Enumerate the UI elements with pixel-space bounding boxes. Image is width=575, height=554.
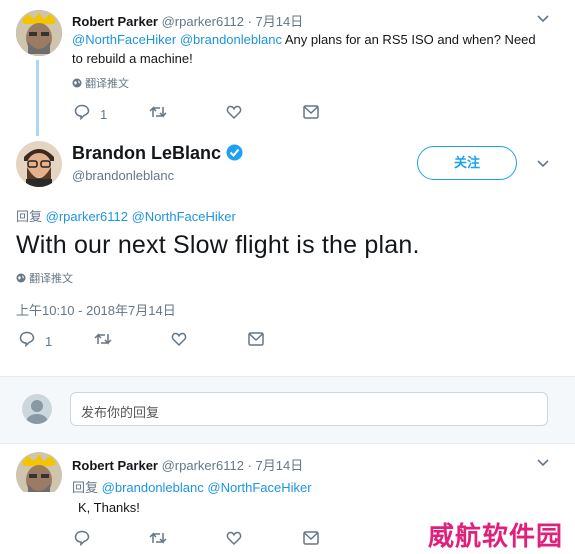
avatar[interactable] [16, 141, 62, 187]
author-name[interactable]: Robert Parker [72, 458, 158, 473]
message-icon[interactable] [303, 105, 319, 119]
thread-line [36, 60, 39, 136]
message-icon[interactable] [303, 531, 319, 545]
crop-mask [0, 492, 70, 554]
reply-icon[interactable] [19, 331, 35, 347]
tweet-text: @NorthFaceHiker @brandonleblanc Any plan… [72, 32, 536, 66]
translate-tweet[interactable]: 翻译推文 [72, 75, 129, 91]
tweet-timestamp[interactable]: 上午10:10 - 2018年7月14日 [16, 300, 176, 319]
reply-count: 1 [100, 107, 108, 122]
author-name-row: Brandon LeBlanc [72, 143, 243, 164]
avatar-image [16, 10, 62, 56]
author-handle[interactable]: @rparker6112 [162, 14, 244, 29]
tweet-date[interactable]: · 7月14日 [248, 14, 304, 29]
author-handle[interactable]: @brandonleblanc [72, 168, 174, 183]
message-icon[interactable] [248, 332, 264, 346]
mention-link[interactable]: @brandonleblanc [180, 32, 282, 47]
author-name[interactable]: Brandon LeBlanc [72, 143, 221, 163]
heart-icon[interactable] [226, 104, 242, 120]
heart-icon[interactable] [171, 331, 187, 347]
tweet-date[interactable]: · 7月14日 [248, 458, 304, 473]
globe-icon [72, 78, 82, 88]
reply-context: 回复 @brandonleblanc @NorthFaceHiker [72, 480, 312, 495]
author-name[interactable]: Robert Parker [72, 14, 158, 29]
avatar-image [16, 141, 62, 187]
follow-button[interactable]: 关注 [417, 146, 517, 180]
avatar[interactable] [16, 10, 62, 56]
reply-count: 1 [45, 334, 53, 349]
watermark: 威航软件园 [428, 521, 564, 551]
avatar [22, 394, 52, 424]
retweet-icon[interactable] [94, 332, 112, 346]
mention-link[interactable]: @rparker6112 [46, 209, 128, 224]
retweet-icon[interactable] [149, 531, 167, 545]
chevron-down-icon[interactable] [537, 459, 549, 467]
chevron-down-icon[interactable] [537, 160, 549, 168]
reply-input[interactable]: 发布你的回复 [70, 392, 548, 426]
mention-link[interactable]: @NorthFaceHiker [207, 480, 311, 495]
tweet-text: With our next Slow flight is the plan. [16, 231, 420, 259]
heart-icon[interactable] [226, 530, 242, 546]
tweet-header: Robert Parker @rparker6112 · 7月14日 [72, 455, 303, 474]
tweet-header: Robert Parker @rparker6112 · 7月14日 [72, 11, 303, 30]
retweet-icon[interactable] [149, 105, 167, 119]
mention-link[interactable]: @NorthFaceHiker [132, 209, 236, 224]
globe-icon [16, 273, 26, 283]
mention-link[interactable]: @NorthFaceHiker [72, 32, 176, 47]
reply-icon[interactable] [74, 530, 90, 546]
chevron-down-icon[interactable] [537, 15, 549, 23]
default-avatar-icon [26, 400, 48, 424]
verified-badge-icon [226, 144, 243, 161]
reply-context: 回复 @rparker6112 @NorthFaceHiker [16, 209, 236, 224]
reply-icon[interactable] [74, 104, 90, 120]
translate-tweet[interactable]: 翻译推文 [16, 270, 73, 286]
author-handle[interactable]: @rparker6112 [162, 458, 244, 473]
tweet-text: K, Thanks! [78, 500, 140, 515]
mention-link[interactable]: @brandonleblanc [102, 480, 204, 495]
